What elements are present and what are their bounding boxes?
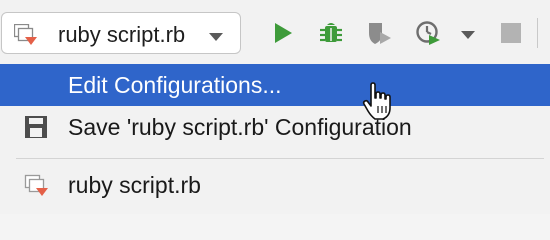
ruby-run-config-icon (13, 23, 38, 46)
profiler-clock-icon[interactable] (415, 20, 441, 46)
chevron-down-icon[interactable] (460, 28, 476, 40)
run-toolbar: ruby script.rb (0, 0, 550, 62)
play-icon[interactable] (270, 20, 296, 46)
stop-icon[interactable] (498, 20, 524, 46)
menu-item-label: ruby script.rb (68, 172, 201, 198)
run-config-label: ruby script.rb (58, 22, 186, 47)
toolbar-divider (537, 18, 538, 48)
bug-icon[interactable] (318, 20, 344, 46)
hand-pointer-cursor-icon (362, 82, 394, 122)
coverage-shield-icon[interactable] (366, 20, 392, 46)
menu-item-label: Edit Configurations... (68, 72, 282, 98)
run-configuration-selector[interactable]: ruby script.rb (1, 12, 241, 54)
run-config-dropdown-menu: Edit Configurations... Save 'ruby script… (0, 62, 550, 214)
menu-item-label: Save 'ruby script.rb' Configuration (68, 114, 412, 140)
menu-separator (16, 158, 544, 159)
menu-item-save-configuration[interactable]: Save 'ruby script.rb' Configuration (0, 106, 550, 148)
menu-item-ruby-script[interactable]: ruby script.rb (0, 164, 550, 206)
chevron-down-icon (208, 29, 224, 41)
menu-item-edit-configurations[interactable]: Edit Configurations... (0, 64, 550, 106)
floppy-disk-icon (24, 115, 50, 141)
ruby-run-config-icon (24, 173, 50, 199)
